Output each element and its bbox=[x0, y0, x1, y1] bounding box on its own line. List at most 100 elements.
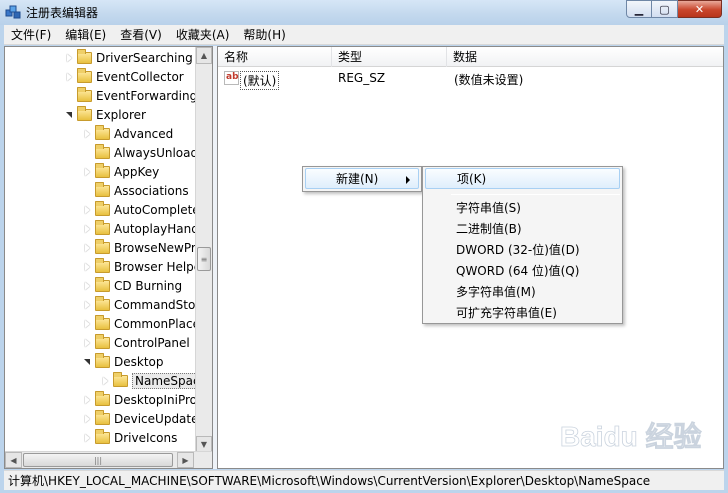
menu-edit[interactable]: 编辑(E) bbox=[58, 26, 113, 43]
folder-icon bbox=[77, 105, 92, 121]
tree-item[interactable]: DriveIcons bbox=[83, 428, 177, 447]
tree-item[interactable]: DeviceUpdateI bbox=[83, 409, 202, 428]
submenu-arrow-icon bbox=[406, 176, 410, 184]
collapsed-arrow-icon[interactable] bbox=[65, 72, 74, 81]
tree-item-label: EventForwarding bbox=[96, 88, 198, 103]
folder-icon bbox=[95, 295, 110, 311]
collapsed-arrow-icon[interactable] bbox=[83, 205, 92, 214]
expanded-arrow-icon[interactable] bbox=[83, 357, 92, 366]
value-type: REG_SZ bbox=[338, 71, 386, 85]
expanded-arrow-icon[interactable] bbox=[65, 110, 74, 119]
no-expander bbox=[83, 186, 92, 195]
submenu-item-multi-string[interactable]: 多字符串值(M) bbox=[425, 282, 620, 303]
menu-help[interactable]: 帮助(H) bbox=[236, 26, 292, 43]
tree-item[interactable]: CD Burning bbox=[83, 276, 182, 295]
tree-item-label: BrowseNewPro bbox=[114, 240, 203, 255]
tree-item[interactable]: AlwaysUnloadI bbox=[83, 143, 202, 162]
folder-icon bbox=[95, 276, 110, 292]
collapsed-arrow-icon[interactable] bbox=[83, 433, 92, 442]
collapsed-arrow-icon[interactable] bbox=[101, 376, 110, 385]
scroll-thumb[interactable]: ≡ bbox=[197, 247, 211, 271]
title-bar: 注册表编辑器 ▁ ▢ ✕ bbox=[0, 0, 728, 25]
scroll-left-button[interactable]: ◀ bbox=[5, 452, 22, 468]
registry-tree-pane[interactable]: DriverSearching EventCollector EventForwar… bbox=[4, 46, 213, 469]
folder-icon bbox=[95, 352, 110, 368]
tree-item[interactable]: AppKey bbox=[83, 162, 159, 181]
status-bar: 计算机\HKEY_LOCAL_MACHINE\SOFTWARE\Microsof… bbox=[4, 470, 724, 490]
no-expander bbox=[83, 148, 92, 157]
submenu-item-string[interactable]: 字符串值(S) bbox=[425, 198, 620, 219]
collapsed-arrow-icon[interactable] bbox=[83, 224, 92, 233]
menu-favorites[interactable]: 收藏夹(A) bbox=[169, 26, 237, 43]
tree-item[interactable]: ControlPanel bbox=[83, 333, 190, 352]
collapsed-arrow-icon[interactable] bbox=[83, 281, 92, 290]
context-menu-new[interactable]: 新建(N) bbox=[305, 168, 419, 189]
folder-icon bbox=[95, 409, 110, 425]
column-header-data[interactable]: 数据 bbox=[447, 47, 723, 67]
tree-item-label: CommonPlace bbox=[114, 316, 200, 331]
tree-item-label: ControlPanel bbox=[114, 335, 190, 350]
no-expander bbox=[65, 91, 74, 100]
tree-item-label: CommandStor bbox=[114, 297, 201, 312]
submenu-separator bbox=[451, 194, 620, 195]
folder-icon bbox=[95, 162, 110, 178]
collapsed-arrow-icon[interactable] bbox=[83, 243, 92, 252]
tree-item[interactable]: Explorer bbox=[65, 105, 146, 124]
folder-icon bbox=[95, 143, 110, 159]
tree-item[interactable]: EventForwarding bbox=[65, 86, 197, 105]
hscroll-thumb[interactable]: ||| bbox=[23, 453, 173, 467]
baidu-watermark-logo: Baidu 经验 bbox=[560, 420, 702, 453]
close-button[interactable]: ✕ bbox=[678, 0, 722, 18]
submenu-item-binary[interactable]: 二进制值(B) bbox=[425, 219, 620, 240]
value-row[interactable]: ab (默认) REG_SZ (数值未设置) bbox=[218, 69, 723, 90]
tree-item[interactable]: BrowseNewPro bbox=[83, 238, 203, 257]
tree-item[interactable]: Desktop bbox=[83, 352, 164, 371]
collapsed-arrow-icon[interactable] bbox=[83, 129, 92, 138]
collapsed-arrow-icon[interactable] bbox=[83, 414, 92, 423]
folder-icon bbox=[95, 333, 110, 349]
minimize-button[interactable]: ▁ bbox=[626, 0, 652, 18]
collapsed-arrow-icon[interactable] bbox=[83, 300, 92, 309]
watermark-text: Baidu 经验 bbox=[560, 420, 702, 452]
tree-item[interactable]: CommonPlace bbox=[83, 314, 200, 333]
column-header-name[interactable]: 名称 bbox=[218, 47, 332, 67]
tree-item-label: DriveIcons bbox=[114, 430, 178, 445]
tree-item[interactable]: EventCollector bbox=[65, 67, 184, 86]
collapsed-arrow-icon[interactable] bbox=[65, 53, 74, 62]
submenu-item-dword[interactable]: DWORD (32-位)值(D) bbox=[425, 240, 620, 261]
tree-item[interactable]: Advanced bbox=[83, 124, 173, 143]
tree-item-label: Explorer bbox=[96, 107, 146, 122]
tree-item-label: Advanced bbox=[114, 126, 174, 141]
collapsed-arrow-icon[interactable] bbox=[83, 319, 92, 328]
tree-item[interactable]: Browser Helpe bbox=[83, 257, 201, 276]
folder-icon bbox=[77, 86, 92, 102]
tree-item-label: EventCollector bbox=[96, 69, 184, 84]
tree-vertical-scrollbar[interactable]: ▲ ≡ ▼ bbox=[195, 47, 212, 453]
collapsed-arrow-icon[interactable] bbox=[83, 338, 92, 347]
tree-item[interactable]: AutoComplete bbox=[83, 200, 200, 219]
submenu-item-expandable-string[interactable]: 可扩充字符串值(E) bbox=[425, 303, 620, 324]
tree-item[interactable]: AutoplayHand bbox=[83, 219, 199, 238]
menu-view[interactable]: 查看(V) bbox=[113, 26, 169, 43]
submenu-item-key[interactable]: 项(K) bbox=[425, 168, 620, 189]
collapsed-arrow-icon[interactable] bbox=[83, 395, 92, 404]
folder-icon bbox=[95, 124, 110, 140]
tree-item-label: AlwaysUnloadI bbox=[114, 145, 202, 160]
tree-item[interactable]: DesktopIniPro bbox=[83, 390, 197, 409]
tree-item[interactable]: Associations bbox=[83, 181, 189, 200]
collapsed-arrow-icon[interactable] bbox=[83, 262, 92, 271]
tree-item[interactable]: DriverSearching bbox=[65, 48, 193, 67]
menu-file[interactable]: 文件(F) bbox=[4, 26, 58, 43]
submenu-item-qword[interactable]: QWORD (64 位)值(Q) bbox=[425, 261, 620, 282]
maximize-button[interactable]: ▢ bbox=[652, 0, 678, 18]
tree-item[interactable]: CommandStor bbox=[83, 295, 200, 314]
scroll-up-button[interactable]: ▲ bbox=[196, 47, 212, 64]
tree-horizontal-scrollbar[interactable]: ◀ ||| ▶ bbox=[5, 451, 212, 468]
column-header-type[interactable]: 类型 bbox=[332, 47, 447, 67]
tree-item-label: Associations bbox=[114, 183, 189, 198]
scroll-right-button[interactable]: ▶ bbox=[177, 452, 194, 468]
tree-item[interactable]: NameSpac bbox=[101, 371, 203, 390]
tree-item-label: Browser Helpe bbox=[114, 259, 202, 274]
collapsed-arrow-icon[interactable] bbox=[83, 167, 92, 176]
context-menu: 新建(N) bbox=[302, 166, 422, 192]
